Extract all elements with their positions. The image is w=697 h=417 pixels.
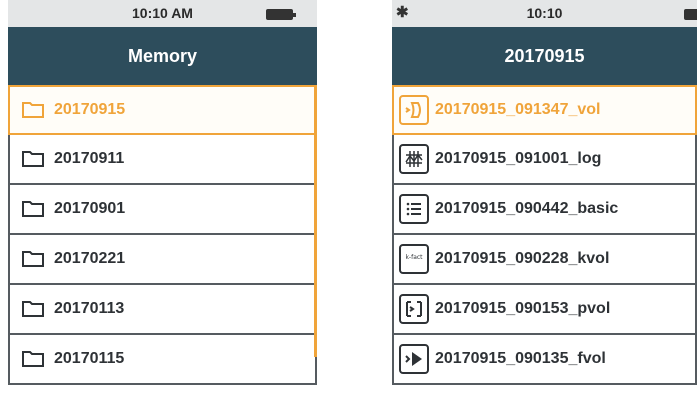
folder-item-20170901[interactable]: 20170901 [8,185,317,235]
folder-icon [22,102,44,118]
file-label: 20170915_090228_kvol [435,250,610,267]
page-title: 20170915 [504,46,585,66]
status-bar: 10:10 AM [8,0,317,27]
folder-item-20170915[interactable]: 20170915 [8,85,317,135]
memory-screen: 10:10 AM Memory 20170915 20170911 201709… [8,0,317,417]
battery-icon [684,9,697,20]
vol-icon [399,95,429,125]
scrollbar[interactable] [314,85,317,357]
folder-label: 20170901 [54,200,126,217]
file-item-kvol[interactable]: k-fact 20170915_090228_kvol [392,235,697,285]
file-item-log[interactable]: 20170915_091001_log [392,135,697,185]
battery-icon [266,9,296,20]
folder-icon [22,201,44,217]
file-label: 20170915_091001_log [435,150,602,167]
folder-label: 20170221 [54,250,126,267]
status-time: 10:10 [526,5,563,21]
status-bar: ✱ 10:10 [392,0,697,27]
file-item-fvol[interactable]: 20170915_090135_fvol [392,335,697,385]
file-item-vol[interactable]: 20170915_091347_vol [392,85,697,135]
folder-contents-screen: ✱ 10:10 20170915 20170915_091347_vol 201… [392,0,697,417]
pvol-icon [399,294,429,324]
folder-label: 20170113 [54,300,125,317]
file-label: 20170915_091347_vol [435,101,601,118]
title-bar: 20170915 [392,27,697,85]
folder-item-20170113[interactable]: 20170113 [8,285,317,335]
file-label: 20170915_090153_pvol [435,300,611,317]
title-bar: Memory [8,27,317,85]
folder-icon [22,251,44,267]
log-icon [399,144,429,174]
folder-label: 20170915 [54,101,126,118]
file-label: 20170915_090442_basic [435,200,619,217]
fvol-icon [399,344,429,374]
folder-icon [22,351,44,367]
basic-icon [399,194,429,224]
kvol-icon: k-fact [399,244,429,274]
folder-item-20170911[interactable]: 20170911 [8,135,317,185]
folder-item-20170221[interactable]: 20170221 [8,235,317,285]
folder-label: 20170115 [54,350,125,367]
file-list: 20170915_091347_vol 20170915_091001_log … [392,85,697,385]
folder-list: 20170915 20170911 20170901 20170221 2017… [8,85,317,385]
file-label: 20170915_090135_fvol [435,350,606,367]
folder-label: 20170911 [54,150,125,167]
file-item-pvol[interactable]: 20170915_090153_pvol [392,285,697,335]
page-title: Memory [127,46,198,66]
file-item-basic[interactable]: 20170915_090442_basic [392,185,697,235]
folder-item-20170115[interactable]: 20170115 [8,335,317,385]
folder-icon [22,151,44,167]
kvol-icon-text: k-fact [405,254,423,261]
folder-icon [22,301,44,317]
